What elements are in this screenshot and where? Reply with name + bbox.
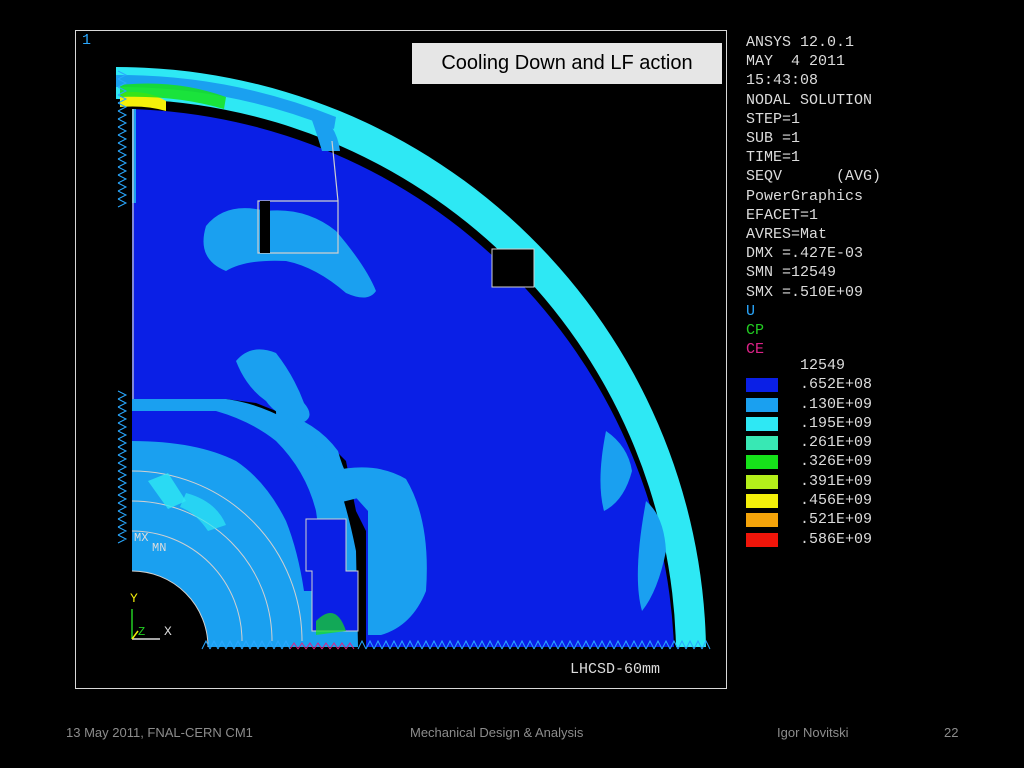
footer-page-number: 22 — [944, 725, 959, 740]
stress-contour-plot — [116, 67, 711, 650]
info-line: TIME=1 — [746, 149, 801, 167]
info-line: SMN =12549 — [746, 264, 837, 282]
info-line: SEQV (AVG) — [746, 168, 882, 186]
legend-swatch — [746, 474, 778, 489]
footer-author: Igor Novitski — [777, 725, 849, 740]
info-line: CP — [746, 322, 765, 340]
left-bc-lower — [117, 390, 128, 544]
legend-value-label: .521E+09 — [800, 511, 873, 529]
legend-value-label: .261E+09 — [800, 434, 873, 452]
footer-date-meeting: 13 May 2011, FNAL-CERN CM1 — [66, 725, 253, 740]
legend-min-label: 12549 — [800, 357, 846, 374]
axis-x-label: X — [164, 624, 172, 639]
yoke-notch — [491, 248, 535, 288]
legend-swatch — [746, 532, 778, 547]
info-line: 15:43:08 — [746, 72, 819, 90]
legend-value-label: .130E+09 — [800, 395, 873, 413]
info-line: MAY 4 2011 — [746, 53, 846, 71]
slide: 1 MX MN Y Z X LHCSD-60mm Cooling Down an… — [0, 0, 1024, 768]
legend-swatch — [746, 494, 778, 509]
solution-info-panel: ANSYS 12.0.1 MAY 4 2011 15:43:08 NODAL SOLU… — [746, 33, 1016, 359]
legend-value-label: .326E+09 — [800, 453, 873, 471]
legend-value-label: .652E+08 — [800, 376, 873, 394]
info-line: NODAL SOLUTION — [746, 91, 873, 109]
legend-swatch — [746, 513, 778, 528]
axis-z-label: Z — [138, 625, 146, 639]
info-line: U — [746, 302, 756, 320]
info-line: CE — [746, 341, 765, 359]
legend-value-label: .586E+09 — [800, 530, 873, 548]
info-line: EFACET=1 — [746, 206, 819, 224]
legend-swatch — [746, 455, 778, 470]
yoke-slot-black — [260, 201, 270, 253]
mx-marker-label: MX — [134, 531, 149, 545]
info-line: STEP=1 — [746, 110, 801, 128]
ansys-graphics-window: 1 MX MN Y Z X LHCSD-60mm — [75, 30, 727, 689]
legend-value-label: .195E+09 — [800, 414, 873, 432]
info-line: PowerGraphics — [746, 187, 864, 205]
info-line: DMX =.427E-03 — [746, 245, 864, 263]
slide-callout: Cooling Down and LF action — [412, 43, 722, 84]
legend-swatch — [746, 378, 778, 393]
axis-y-label: Y — [130, 591, 138, 606]
model-label: LHCSD-60mm — [570, 661, 661, 678]
legend-value-label: .391E+09 — [800, 472, 873, 490]
legend-swatch — [746, 397, 778, 412]
footer-topic: Mechanical Design & Analysis — [410, 725, 584, 740]
mn-marker-label: MN — [152, 541, 167, 555]
info-line: ANSYS 12.0.1 — [746, 34, 855, 51]
info-line: SUB =1 — [746, 130, 801, 148]
legend-swatch — [746, 416, 778, 431]
info-line: AVRES=Mat — [746, 226, 828, 244]
legend-swatch — [746, 436, 778, 451]
legend-value-label: .456E+09 — [800, 492, 873, 510]
info-line: SMX =.510E+09 — [746, 283, 864, 301]
window-number: 1 — [82, 32, 92, 49]
yoke-left-edge — [132, 109, 134, 399]
